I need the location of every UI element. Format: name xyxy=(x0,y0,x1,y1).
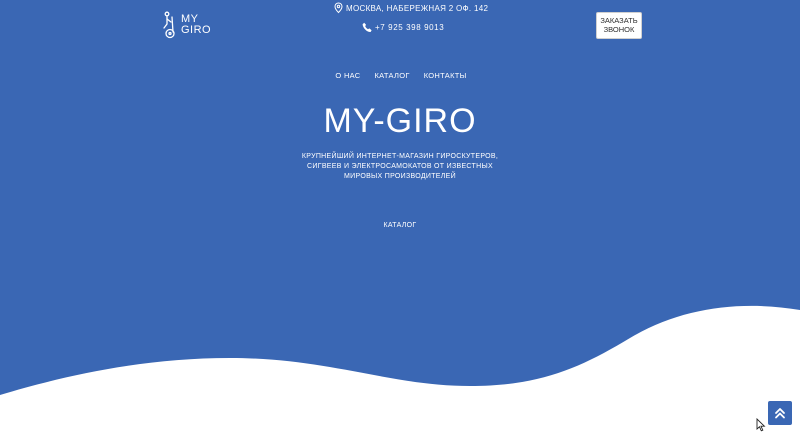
hero-subtitle: КРУПНЕЙШИЙ ИНТЕРНЕТ-МАГАЗИН ГИРОСКУТЕРОВ… xyxy=(290,152,510,182)
address: МОСКВА, НАБЕРЕЖНАЯ 2 ОФ. 142 xyxy=(333,1,488,15)
scroll-to-top-button[interactable] xyxy=(768,401,792,425)
callback-button-line-2: ЗВОНОК xyxy=(603,25,635,34)
logo[interactable]: MY GIRO xyxy=(160,9,212,41)
landing-page: MY GIRO МОСКВА, НАБЕРЕЖНАЯ 2 ОФ. 142 +7 … xyxy=(0,0,800,436)
mouse-cursor-icon xyxy=(756,418,766,432)
segway-icon xyxy=(163,11,175,39)
callback-button-line-1: ЗАКАЗАТЬ xyxy=(600,16,638,25)
hero-catalog-container: КАТАЛОГ xyxy=(0,214,800,232)
nav-item-about[interactable]: О НАС xyxy=(333,71,360,80)
hero-subtitle-line-3: МИРОВЫХ ПРОИЗВОДИТЕЛЕЙ xyxy=(344,173,456,180)
address-text: МОСКВА, НАБЕРЕЖНАЯ 2 ОФ. 142 xyxy=(346,3,489,13)
double-chevron-up-icon xyxy=(775,408,785,419)
hero-subtitle-line-2: СИГВЕЕВ И ЭЛЕКТРОСАМОКАТОВ ОТ ИЗВЕСТНЫХ xyxy=(307,163,493,170)
phone-link[interactable]: +7 925 398 9013 xyxy=(362,20,444,34)
hero-catalog-link[interactable]: КАТАЛОГ xyxy=(384,222,417,229)
phone-text: +7 925 398 9013 xyxy=(375,22,445,32)
callback-button[interactable]: ЗАКАЗАТЬ ЗВОНОК xyxy=(596,12,642,39)
location-icon xyxy=(334,2,343,14)
nav-item-catalog[interactable]: КАТАЛОГ xyxy=(373,71,410,80)
logo-text: MY GIRO xyxy=(181,14,211,36)
hero-subtitle-line-1: КРУПНЕЙШИЙ ИНТЕРНЕТ-МАГАЗИН ГИРОСКУТЕРОВ… xyxy=(301,153,499,160)
main-nav: О НАС КАТАЛОГ КОНТАКТЫ xyxy=(0,71,800,80)
logo-line-2: GIRO xyxy=(181,24,212,36)
nav-item-contacts[interactable]: КОНТАКТЫ xyxy=(422,71,467,80)
hero-title: MY-GIRO xyxy=(323,102,477,140)
phone-icon xyxy=(362,22,372,32)
